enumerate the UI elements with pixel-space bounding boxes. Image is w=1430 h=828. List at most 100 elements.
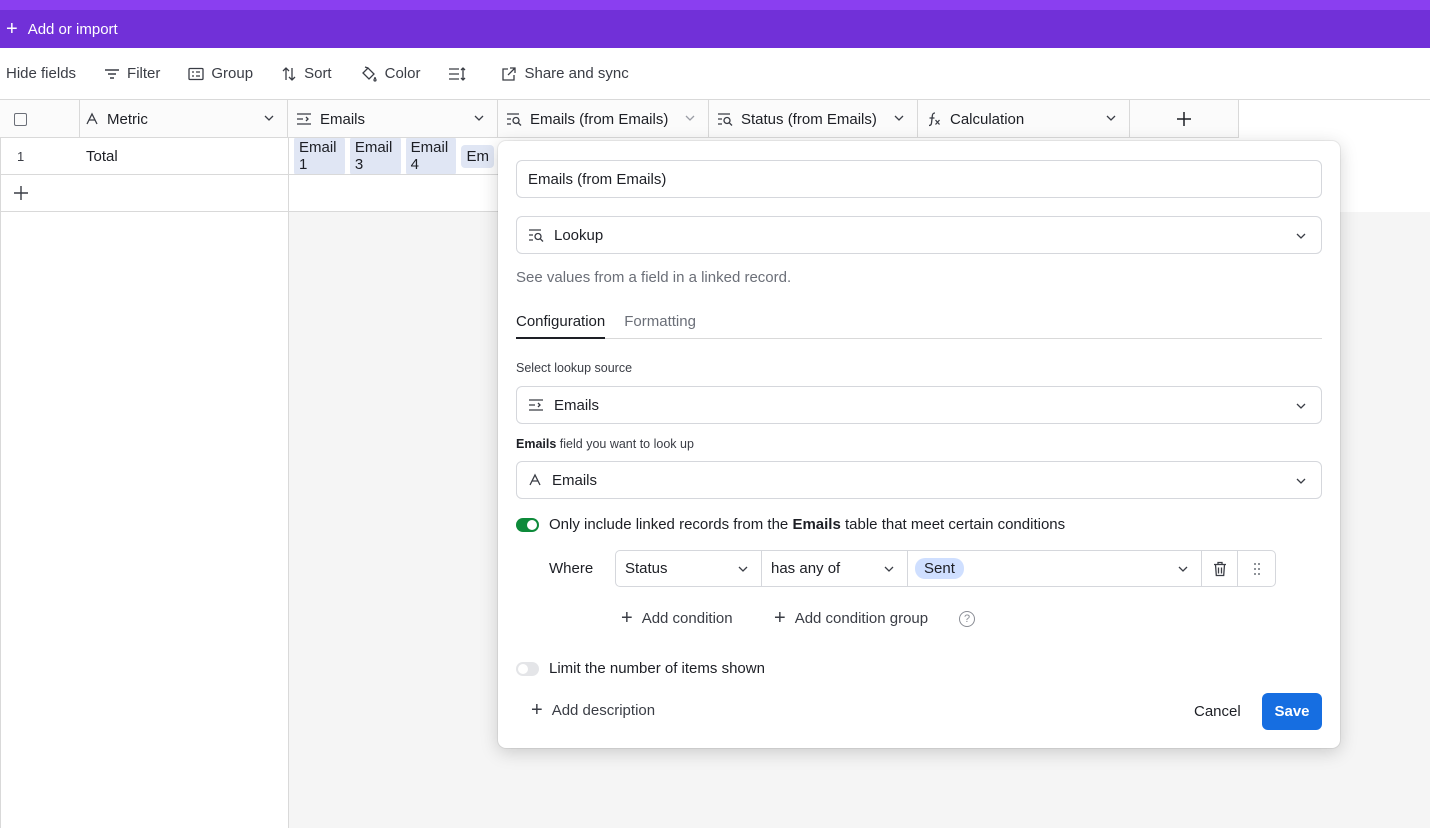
group-icon <box>188 67 205 80</box>
add-condition-label: Add condition <box>641 609 733 627</box>
top-accent-strip <box>0 0 1430 10</box>
view-toolbar: Hide fields Filter Group Sort Color Shar… <box>0 48 1430 100</box>
conditions-toggle-label: Only include linked records from the Ema… <box>549 516 1065 533</box>
select-all-cell[interactable] <box>0 100 80 138</box>
paint-bucket-icon <box>361 65 377 82</box>
chevron-down-icon <box>1296 478 1306 484</box>
share-label: Share and sync <box>524 65 629 82</box>
row-number: 1 <box>17 148 25 164</box>
add-condition-group-button[interactable]: + Add condition group <box>774 608 928 628</box>
field-type-select[interactable]: Lookup <box>516 216 1322 254</box>
select-all-checkbox[interactable] <box>14 112 27 126</box>
hide-fields-label: Hide fields <box>6 65 77 82</box>
tab-formatting[interactable]: Formatting <box>624 313 696 339</box>
plus-icon <box>14 186 28 200</box>
add-or-import-button[interactable]: Add or import <box>28 21 118 38</box>
metric-cell[interactable]: Total <box>86 138 289 174</box>
color-button[interactable]: Color <box>360 65 420 82</box>
group-button[interactable]: Group <box>188 65 253 82</box>
field-name-input[interactable]: Emails (from Emails) <box>516 160 1322 198</box>
lookup-icon <box>718 113 733 126</box>
column-header-emails-from-emails[interactable]: Emails (from Emails) <box>498 100 709 138</box>
emails-cell[interactable]: Email 1 Email 3 Email 4 Em <box>289 138 499 174</box>
condition-operator-value: has any of <box>771 560 841 577</box>
add-description-button[interactable]: + Add description <box>531 700 655 720</box>
help-icon[interactable]: ? <box>959 611 975 627</box>
row-height-button[interactable] <box>448 66 473 82</box>
conditions-label-table: Emails <box>792 516 841 533</box>
condition-value-select[interactable]: Sent <box>907 550 1202 587</box>
column-label: Status (from Emails) <box>741 110 877 128</box>
frozen-pane-divider <box>288 212 289 828</box>
linked-record-pill[interactable]: Email 4 <box>405 138 457 174</box>
text-icon <box>86 112 98 125</box>
field-config-dialog: Emails (from Emails) Lookup See values f… <box>498 141 1340 748</box>
conditions-toggle[interactable] <box>516 518 539 532</box>
column-label: Metric <box>107 110 148 128</box>
field-type-description: See values from a field in a linked reco… <box>516 269 792 286</box>
column-header-calculation[interactable]: Calculation <box>918 100 1130 138</box>
add-condition-button[interactable]: + Add condition <box>621 608 733 628</box>
column-header-status-from-emails[interactable]: Status (from Emails) <box>709 100 918 138</box>
add-row[interactable] <box>0 175 289 212</box>
linked-record-pill[interactable]: Em <box>461 144 494 168</box>
linked-record-pill[interactable]: Email 1 <box>294 138 345 174</box>
chevron-down-icon <box>884 566 894 572</box>
row-height-icon <box>449 66 466 81</box>
chevron-down-icon[interactable] <box>473 112 485 124</box>
column-label: Calculation <box>950 110 1025 128</box>
add-record-button[interactable] <box>0 175 289 211</box>
sort-label: Sort <box>304 65 332 82</box>
column-header-metric[interactable]: Metric <box>79 100 288 138</box>
chevron-down-icon[interactable] <box>263 112 275 124</box>
linked-record-pill[interactable]: Email 3 <box>349 138 401 174</box>
filter-icon <box>105 68 120 79</box>
column-header-emails[interactable]: Emails <box>288 100 498 138</box>
hide-fields-button[interactable]: Hide fields <box>6 65 76 82</box>
chevron-down-icon[interactable] <box>893 112 905 124</box>
link-icon <box>297 113 311 125</box>
lookup-field-label-table: Emails <box>516 437 557 451</box>
chevron-down-icon[interactable] <box>684 112 696 124</box>
filter-button[interactable]: Filter <box>104 65 160 82</box>
delete-condition-button[interactable] <box>1201 550 1238 587</box>
drag-condition-handle[interactable] <box>1237 550 1276 587</box>
chevron-down-icon <box>1178 566 1188 572</box>
condition-operator-select[interactable]: has any of <box>761 550 908 587</box>
condition-field-select[interactable]: Status <box>615 550 762 587</box>
plus-icon: + <box>774 607 786 629</box>
limit-items-label: Limit the number of items shown <box>549 660 765 677</box>
lookup-source-select[interactable]: Emails <box>516 386 1322 424</box>
condition-value-pill: Sent <box>915 558 964 579</box>
drag-handle-icon <box>1253 562 1260 575</box>
tab-configuration[interactable]: Configuration <box>516 313 606 339</box>
conditions-label-post: table that meet certain conditions <box>840 516 1066 533</box>
lookup-source-label: Select lookup source <box>516 361 633 375</box>
save-button[interactable]: Save <box>1262 693 1322 730</box>
conditions-label-pre: Only include linked records from the <box>549 516 793 533</box>
lookup-field-select[interactable]: Emails <box>516 461 1322 499</box>
cancel-button[interactable]: Cancel <box>1184 693 1251 730</box>
chevron-down-icon[interactable] <box>1105 112 1117 124</box>
share-and-sync-button[interactable]: Share and sync <box>501 65 629 82</box>
column-label: Emails <box>320 110 366 128</box>
text-icon <box>529 473 541 486</box>
link-icon <box>529 399 543 411</box>
lookup-icon <box>529 229 544 242</box>
add-field-button[interactable] <box>1130 100 1239 138</box>
chevron-down-icon <box>1296 233 1306 239</box>
plus-icon: + <box>531 699 543 721</box>
add-description-label: Add description <box>551 701 656 719</box>
add-condition-group-label: Add condition group <box>794 609 929 627</box>
lookup-field-value: Emails <box>552 471 598 489</box>
lookup-field-label-rest: field you want to look up <box>556 437 694 451</box>
plus-icon <box>1177 112 1191 126</box>
chevron-down-icon <box>738 566 748 572</box>
limit-items-toggle[interactable] <box>516 662 539 676</box>
filter-label: Filter <box>127 65 161 82</box>
column-label: Emails (from Emails) <box>530 110 669 128</box>
field-type-value: Lookup <box>554 226 604 244</box>
plus-icon: + <box>621 607 633 629</box>
chevron-down-icon <box>1296 403 1306 409</box>
sort-button[interactable]: Sort <box>281 65 332 82</box>
